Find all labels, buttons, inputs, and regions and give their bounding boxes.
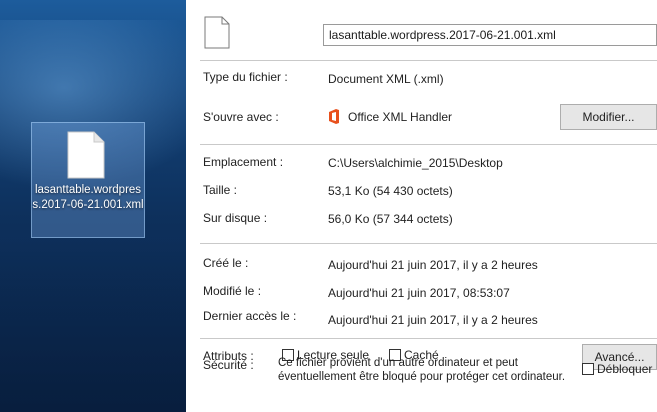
location-value: C:\Users\alchimie_2015\Desktop — [328, 156, 503, 170]
opens-with-value: Office XML Handler — [348, 110, 453, 124]
size-value: 53,1 Ko (54 430 octets) — [328, 184, 453, 198]
created-value: Aujourd'hui 21 juin 2017, il y a 2 heure… — [328, 258, 538, 272]
created-label: Créé le : — [203, 256, 249, 270]
disk-size-value: 56,0 Ko (57 344 octets) — [328, 212, 453, 226]
opens-with-label: S'ouvre avec : — [203, 110, 279, 124]
modified-label: Modifié le : — [203, 284, 262, 298]
checkbox-box[interactable] — [582, 363, 594, 375]
desktop-background: lasanttable.wordpress.2017-06-21.001.xml — [0, 0, 186, 412]
security-text: Ce fichier provient d'un autre ordinateu… — [278, 357, 566, 383]
properties-panel: lasanttable.wordpress.2017-06-21.001.xml… — [186, 0, 657, 412]
divider — [200, 338, 657, 339]
unblock-label: Débloquer — [597, 362, 653, 376]
divider — [200, 144, 657, 145]
office-icon — [329, 109, 339, 124]
desktop-file-icon[interactable]: lasanttable.wordpress.2017-06-21.001.xml — [31, 122, 145, 238]
accessed-value: Aujourd'hui 21 juin 2017, il y a 2 heure… — [328, 313, 538, 327]
size-label: Taille : — [203, 183, 238, 197]
disk-size-label: Sur disque : — [203, 211, 268, 225]
type-label: Type du fichier : — [203, 70, 288, 84]
file-name-input[interactable]: lasanttable.wordpress.2017-06-21.001.xml — [323, 24, 657, 46]
type-value: Document XML (.xml) — [328, 72, 444, 86]
location-label: Emplacement : — [203, 155, 284, 169]
accessed-label: Dernier accès le : — [203, 309, 297, 323]
divider — [200, 60, 657, 61]
file-type-icon — [204, 16, 230, 49]
modify-button[interactable]: Modifier... — [560, 104, 657, 130]
desktop-file-label: lasanttable.wordpress.2017-06-21.001.xml — [32, 184, 144, 211]
divider — [200, 243, 657, 244]
unblock-checkbox[interactable]: Débloquer — [582, 362, 652, 376]
xml-document-icon — [67, 131, 105, 179]
security-label: Sécurité : — [203, 358, 254, 372]
modified-value: Aujourd'hui 21 juin 2017, 08:53:07 — [328, 286, 510, 300]
